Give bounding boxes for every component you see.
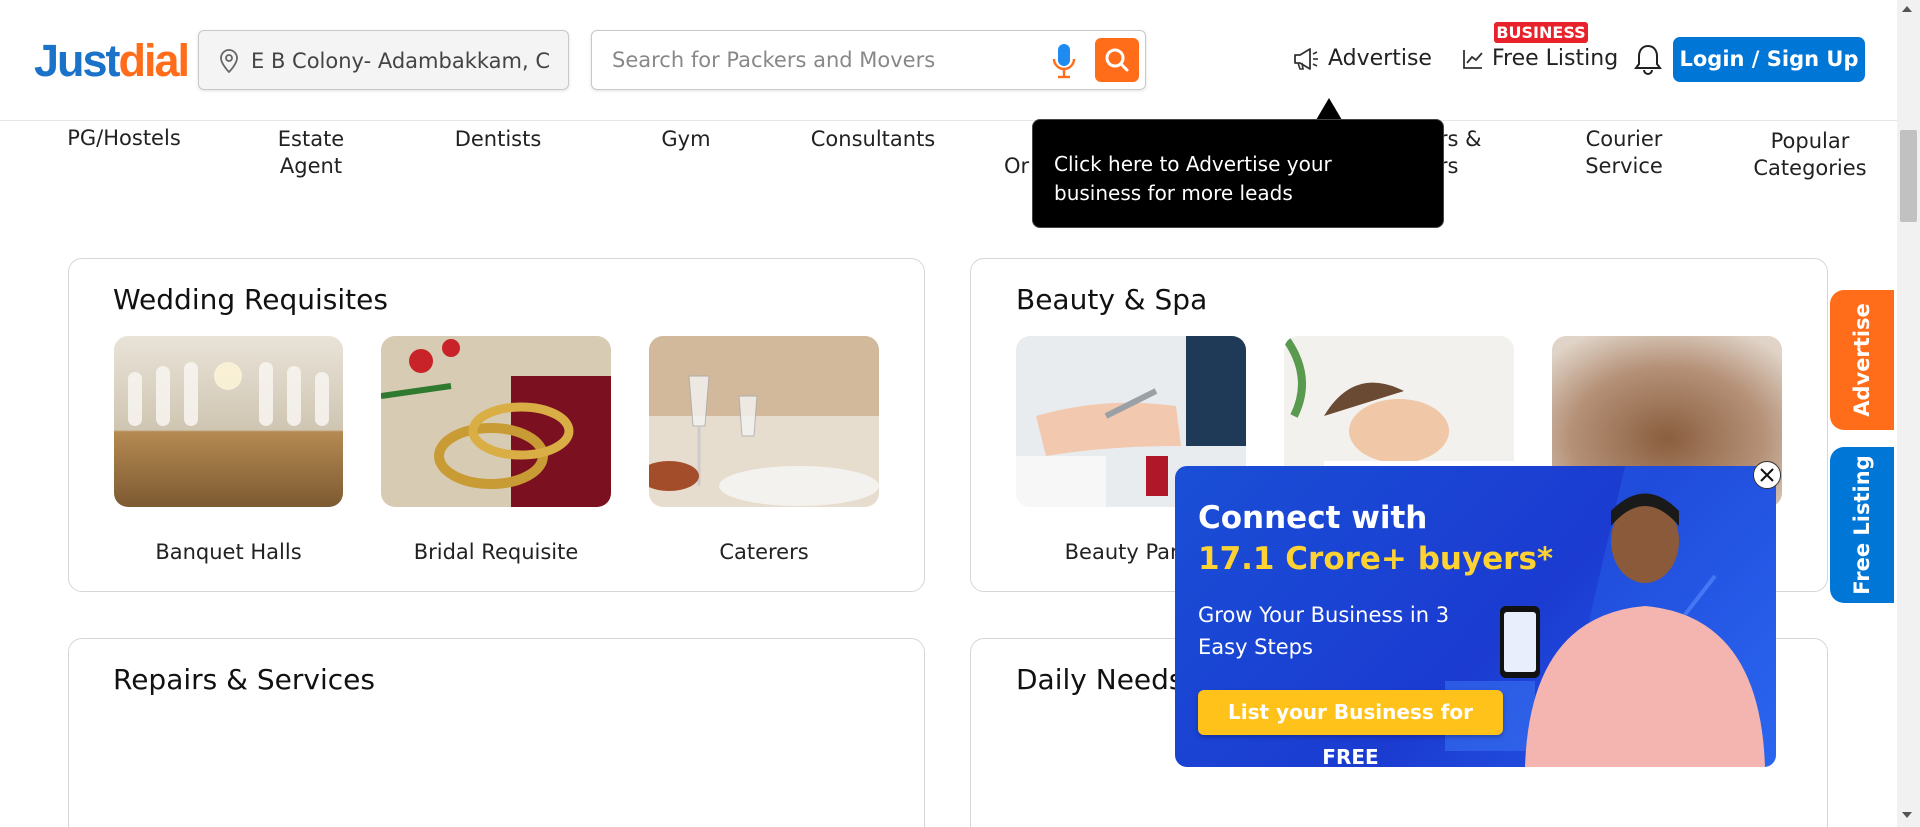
wedding-section-title: Wedding Requisites — [113, 283, 388, 316]
popup-heading-line1: Connect with — [1198, 500, 1428, 536]
category-dentists[interactable]: Dentists — [408, 126, 588, 153]
free-listing-link[interactable]: Free Listing — [1462, 46, 1618, 71]
category-courier-service[interactable]: Courier Service — [1534, 126, 1714, 180]
location-selector[interactable]: E B Colony- Adambakkam, Chennai — [198, 30, 569, 90]
beauty-section-title: Beauty & Spa — [1016, 283, 1208, 316]
daily-section-title: Daily Needs — [1016, 663, 1184, 696]
justdial-logo[interactable]: Justdial — [34, 36, 190, 86]
advertise-tooltip: Click here to Advertise your business fo… — [1032, 119, 1444, 228]
business-promo-popup: Connect with 17.1 Crore+ buyers* Grow Yo… — [1175, 466, 1776, 767]
banquet-halls-image[interactable] — [114, 336, 343, 507]
login-signup-button[interactable]: Login / Sign Up — [1673, 37, 1865, 82]
side-free-listing-tab[interactable]: Free Listing — [1830, 447, 1894, 603]
category-gym[interactable]: Gym — [596, 126, 776, 153]
popup-close-button[interactable] — [1753, 461, 1781, 489]
bridal-requisite-image[interactable] — [381, 336, 611, 507]
scrollbar-thumb[interactable] — [1900, 130, 1917, 222]
side-advertise-label: Advertise — [1850, 303, 1874, 417]
category-consultants[interactable]: Consultants — [783, 126, 963, 153]
search-icon — [1105, 48, 1129, 72]
list-business-free-button[interactable]: List your Business for FREE — [1198, 690, 1503, 767]
close-icon — [1760, 468, 1774, 482]
banquet-halls-label[interactable]: Banquet Halls — [114, 540, 343, 564]
search-input[interactable] — [612, 43, 1032, 77]
side-advertise-tab[interactable]: Advertise — [1830, 290, 1894, 430]
category-pg-hostels[interactable]: PG/Hostels — [34, 125, 214, 152]
microphone-icon[interactable] — [1051, 42, 1077, 80]
repairs-section-title: Repairs & Services — [113, 663, 375, 696]
category-popular[interactable]: Popular Categories — [1720, 128, 1900, 182]
caterers-label[interactable]: Caterers — [649, 540, 879, 564]
search-button[interactable] — [1095, 38, 1139, 82]
caterers-image[interactable] — [649, 336, 879, 507]
advertise-link[interactable]: Advertise — [1292, 46, 1432, 71]
scroll-down-arrow-icon[interactable] — [1902, 812, 1912, 818]
popup-heading-line2: 17.1 Crore+ buyers* — [1198, 541, 1554, 577]
tooltip-arrow — [1316, 98, 1342, 120]
search-box — [591, 30, 1146, 90]
location-text: E B Colony- Adambakkam, Chennai — [251, 49, 551, 73]
category-estate-agent[interactable]: Estate Agent — [221, 126, 401, 180]
location-pin-icon — [220, 49, 238, 74]
megaphone-icon — [1294, 47, 1318, 70]
bridal-requisite-label[interactable]: Bridal Requisite — [381, 540, 611, 564]
scroll-up-arrow-icon[interactable] — [1902, 6, 1912, 12]
popup-subtext: Grow Your Business in 3 Easy Steps — [1198, 603, 1450, 659]
free-listing-label: Free Listing — [1492, 46, 1619, 71]
vertical-scrollbar[interactable] — [1897, 0, 1920, 827]
business-badge: BUSINESS — [1494, 22, 1588, 43]
trend-chart-icon — [1463, 49, 1483, 69]
advertise-label: Advertise — [1328, 46, 1432, 71]
side-free-listing-label: Free Listing — [1850, 455, 1874, 595]
notification-bell-icon[interactable] — [1632, 43, 1664, 77]
